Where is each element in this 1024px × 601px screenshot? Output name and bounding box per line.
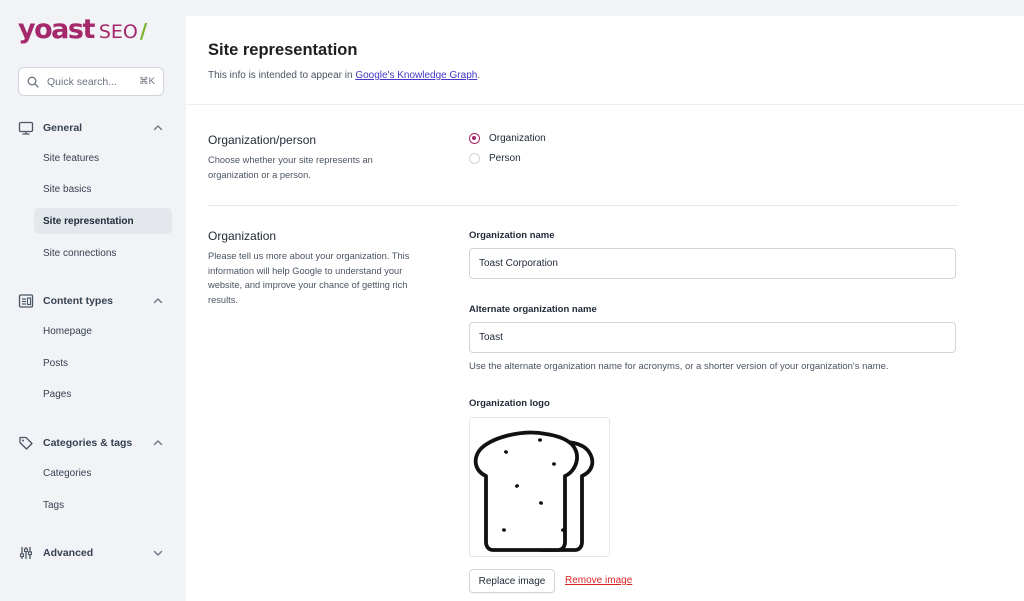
sidebar-group-label: General	[43, 122, 83, 134]
sidebar-group-general[interactable]: General	[18, 118, 168, 138]
bread-toast-icon	[473, 430, 595, 552]
sidebar: yoast SEO / Quick search... ⌘K General S…	[0, 0, 186, 601]
section-divider	[208, 205, 958, 206]
org-name-label: Organization name	[469, 230, 555, 241]
sidebar-item-tags[interactable]: Tags	[34, 492, 172, 518]
remove-image-link[interactable]: Remove image	[565, 575, 632, 586]
org-logo-preview[interactable]	[469, 417, 610, 557]
sidebar-group-categories-tags[interactable]: Categories & tags	[18, 433, 168, 453]
logo-product: SEO	[98, 21, 138, 43]
monitor-icon	[18, 121, 34, 135]
sidebar-item-site-connections[interactable]: Site connections	[34, 240, 172, 266]
radio-label: Person	[489, 153, 521, 164]
chevron-up-icon[interactable]	[152, 437, 164, 449]
page-description-end: .	[477, 70, 481, 81]
logo-slash: /	[139, 19, 148, 43]
sidebar-group-label: Advanced	[43, 547, 94, 559]
sidebar-group-label: Content types	[43, 295, 114, 307]
page-title: Site representation	[208, 41, 358, 59]
main-panel: Site representation This info is intende…	[186, 16, 1024, 601]
alt-org-name-input[interactable]	[469, 322, 956, 353]
sidebar-item-site-basics[interactable]: Site basics	[34, 176, 172, 202]
header-divider	[186, 104, 1024, 105]
chevron-up-icon[interactable]	[152, 122, 164, 134]
sidebar-group-advanced[interactable]: Advanced	[18, 543, 168, 563]
search-icon	[27, 76, 39, 88]
sidebar-item-site-representation[interactable]: Site representation	[34, 208, 172, 234]
sidebar-item-site-features[interactable]: Site features	[34, 145, 172, 171]
radio-person[interactable]: Person	[469, 153, 521, 164]
sidebar-item-posts[interactable]: Posts	[34, 350, 172, 376]
yoast-seo-logo[interactable]: yoast SEO /	[18, 14, 147, 45]
section-desc-organization: Please tell us more about your organizat…	[208, 251, 410, 305]
sidebar-item-pages[interactable]: Pages	[34, 381, 172, 407]
sidebar-group-label: Categories & tags	[43, 437, 133, 449]
search-shortcut: ⌘K	[139, 76, 155, 87]
chevron-down-icon[interactable]	[152, 547, 164, 559]
knowledge-graph-link[interactable]: Google's Knowledge Graph	[355, 70, 477, 81]
section-title-org-person: Organization/person	[208, 133, 317, 147]
org-logo-label: Organization logo	[469, 398, 550, 409]
radio-button[interactable]	[469, 153, 480, 164]
section-desc-org-person: Choose whether your site represents an o…	[208, 155, 373, 180]
sidebar-item-homepage[interactable]: Homepage	[34, 318, 172, 344]
sidebar-item-categories[interactable]: Categories	[34, 460, 172, 486]
radio-button-checked[interactable]	[469, 133, 480, 144]
tag-icon	[19, 436, 33, 450]
logo-wordmark: yoast	[18, 14, 95, 45]
replace-image-button[interactable]: Replace image	[469, 569, 555, 593]
radio-label: Organization	[489, 133, 546, 144]
sliders-icon	[19, 547, 33, 559]
sidebar-group-content-types[interactable]: Content types	[18, 291, 168, 311]
search-placeholder: Quick search...	[47, 75, 118, 88]
quick-search[interactable]: Quick search... ⌘K	[18, 67, 164, 96]
chevron-up-icon[interactable]	[152, 295, 164, 307]
section-title-organization: Organization	[208, 229, 277, 243]
radio-organization[interactable]: Organization	[469, 133, 546, 144]
alt-org-name-help: Use the alternate organization name for …	[469, 361, 889, 372]
alt-org-name-label: Alternate organization name	[469, 304, 597, 315]
content-types-icon	[18, 294, 34, 308]
org-name-input[interactable]	[469, 248, 956, 279]
page-description-text: This info is intended to appear in	[208, 70, 356, 81]
page-description: This info is intended to appear in Googl…	[208, 70, 480, 81]
